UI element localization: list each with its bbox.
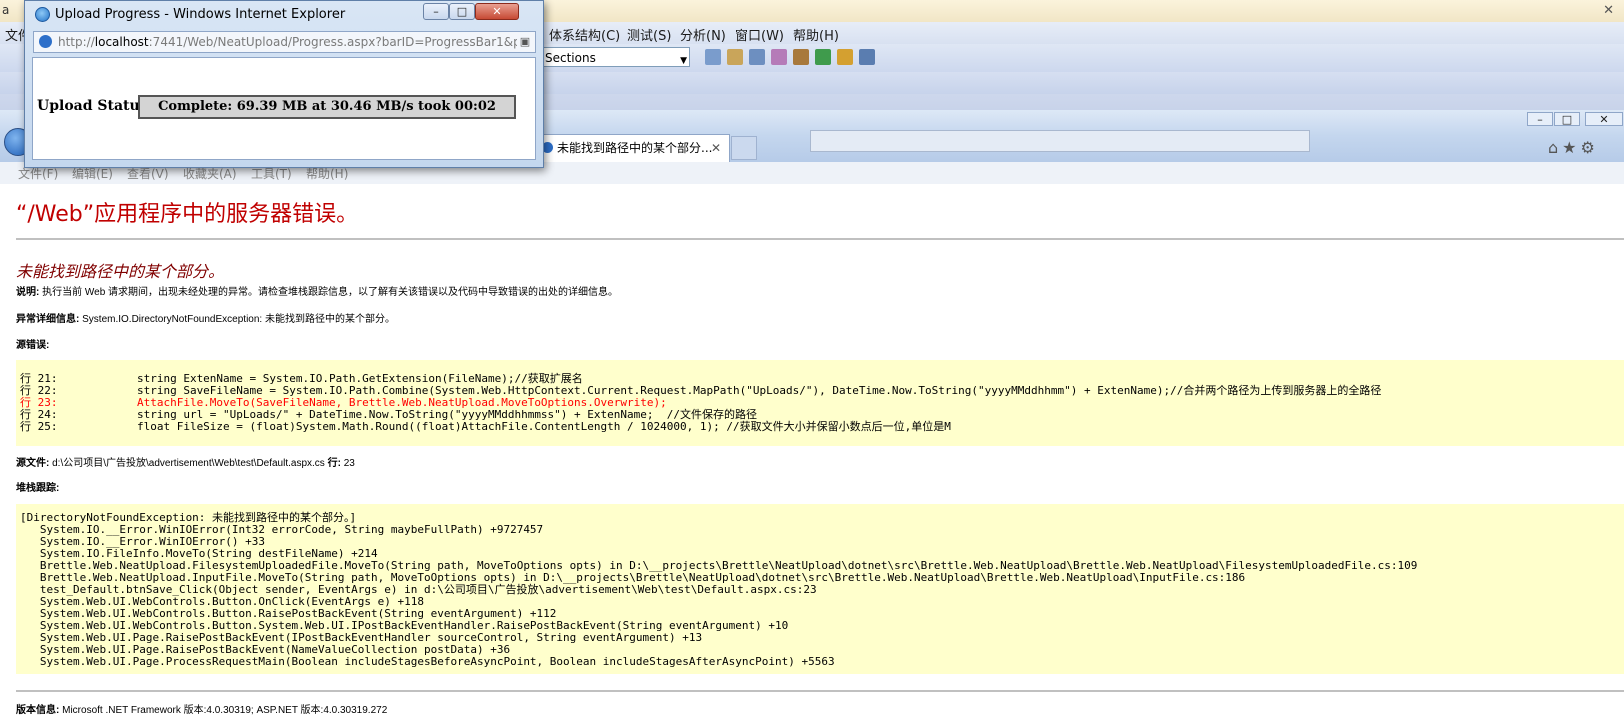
toolbar-object-browser-icon[interactable] — [771, 49, 787, 65]
popup-title: Upload Progress - Windows Internet Explo… — [55, 7, 346, 22]
page-favicon-icon — [39, 35, 52, 48]
sections-combo[interactable]: Sections ▼ — [540, 47, 690, 67]
exception-details-line: 异常详细信息: System.IO.DirectoryNotFoundExcep… — [16, 310, 395, 325]
version-info-text: Microsoft .NET Framework 版本:4.0.30319; A… — [59, 705, 388, 716]
maximize-icon[interactable]: □ — [449, 3, 475, 20]
toolbar-tools-icon[interactable] — [793, 49, 809, 65]
close-icon[interactable]: ✕ — [1585, 112, 1623, 126]
vs-menu-analyze[interactable]: 分析(N) — [680, 25, 726, 44]
toolbar-command-icon[interactable] — [859, 49, 875, 65]
line-number-value: 23 — [340, 458, 355, 469]
popup-content: Upload Status: Complete: 69.39 MB at 30.… — [32, 57, 536, 160]
vs-menu-help[interactable]: 帮助(H) — [793, 25, 839, 44]
url-path: :7441/Web/NeatUpload/Progress.aspx?barID… — [148, 35, 521, 49]
toolbar-run-icon[interactable] — [815, 49, 831, 65]
favorites-star-icon[interactable]: ★ — [1562, 138, 1576, 157]
vs-menu-test[interactable]: 测试(S) — [627, 25, 671, 44]
version-info-label: 版本信息: — [16, 705, 60, 716]
upload-progress-window: Upload Progress - Windows Internet Explo… — [24, 0, 544, 168]
popup-address-bar[interactable]: http://localhost:7441/Web/NeatUpload/Pro… — [33, 31, 536, 53]
description-text: 执行当前 Web 请求期间，出现未经处理的异常。请检查堆栈跟踪信息，以了解有关该… — [39, 287, 619, 298]
source-error-heading: 源错误: — [16, 340, 50, 351]
page-title: “/Web”应用程序中的服务器错误。 — [16, 202, 359, 227]
ie-address-bar[interactable] — [810, 130, 1310, 152]
description-label: 说明: — [16, 287, 40, 298]
new-tab-button[interactable] — [731, 136, 757, 160]
vs-menu-architecture[interactable]: 体系结构(C) — [549, 25, 620, 44]
toolbar-extensions-icon[interactable] — [837, 49, 853, 65]
sections-combo-value: Sections — [545, 51, 596, 65]
internet-explorer-icon — [35, 7, 50, 22]
minimize-icon[interactable]: – — [423, 3, 449, 20]
ie-tab-active[interactable]: 未能找到路径中的某个部分... ✕ — [538, 134, 730, 162]
close-icon[interactable]: ✕ — [475, 3, 519, 20]
source-code-block: 行 21: string ExtenName = System.IO.Path.… — [16, 360, 1624, 446]
url-host: localhost — [94, 35, 149, 49]
toolbar-find-icon[interactable] — [705, 49, 721, 65]
ie-tab-title: 未能找到路径中的某个部分... — [557, 141, 713, 155]
divider — [16, 238, 1624, 240]
vs-title-fragment: a — [2, 3, 10, 17]
vs-menu-window[interactable]: 窗口(W) — [735, 25, 784, 44]
source-file-line: 源文件: d:\公司项目\广告投放\advertisement\Web\test… — [16, 454, 355, 469]
source-code-lines: 行 21: string ExtenName = System.IO.Path.… — [20, 373, 1624, 433]
url-prefix: http:// — [58, 35, 95, 49]
source-file-label: 源文件: — [16, 458, 50, 469]
maximize-icon[interactable]: □ — [1554, 112, 1580, 126]
source-file-path: d:\公司项目\广告投放\advertisement\Web\test\Defa… — [49, 458, 328, 469]
chevron-down-icon: ▼ — [680, 56, 687, 66]
gear-icon[interactable]: ⚙ — [1581, 138, 1595, 157]
tab-close-icon[interactable]: ✕ — [711, 135, 721, 161]
error-page: “/Web”应用程序中的服务器错误。 未能找到路径中的某个部分。 说明: 执行当… — [0, 184, 1624, 727]
ie-command-icons: ⌂ ★ ⚙ — [1548, 138, 1599, 157]
stack-trace-block: [DirectoryNotFoundException: 未能找到路径中的某个部… — [16, 504, 1624, 674]
version-info-line: 版本信息: Microsoft .NET Framework 版本:4.0.30… — [16, 701, 387, 716]
vs-close-icon[interactable]: ✕ — [1603, 3, 1614, 18]
error-message: 未能找到路径中的某个部分。 — [16, 262, 225, 281]
upload-status-text: Complete: 69.39 MB at 30.46 MB/s took 00… — [158, 99, 496, 114]
divider — [16, 690, 1624, 692]
stack-trace-heading: 堆栈跟踪: — [16, 483, 60, 494]
compatibility-icon[interactable]: ▣ — [517, 32, 533, 52]
toolbar-properties-icon[interactable] — [727, 49, 743, 65]
ie-window-buttons: – □ ✕ — [1527, 112, 1624, 128]
exception-details-label: 异常详细信息: — [16, 314, 80, 325]
upload-progress-bar: Complete: 69.39 MB at 30.46 MB/s took 00… — [138, 95, 516, 119]
minimize-icon[interactable]: – — [1527, 112, 1553, 126]
line-number-label: 行: — [327, 458, 341, 469]
exception-details-text: System.IO.DirectoryNotFoundException: 未能… — [79, 314, 395, 325]
stack-trace-line: System.Web.UI.Page.ProcessRequestMain(Bo… — [20, 655, 835, 668]
home-icon[interactable]: ⌂ — [1548, 138, 1558, 157]
stack-trace-lines: [DirectoryNotFoundException: 未能找到路径中的某个部… — [20, 512, 1624, 668]
description-line: 说明: 执行当前 Web 请求期间，出现未经处理的异常。请检查堆栈跟踪信息，以了… — [16, 283, 618, 298]
upload-status-label: Upload Status: — [37, 98, 153, 114]
source-line: 行 25: float FileSize = (float)System.Mat… — [20, 420, 951, 433]
toolbar-toolbox-icon[interactable] — [749, 49, 765, 65]
